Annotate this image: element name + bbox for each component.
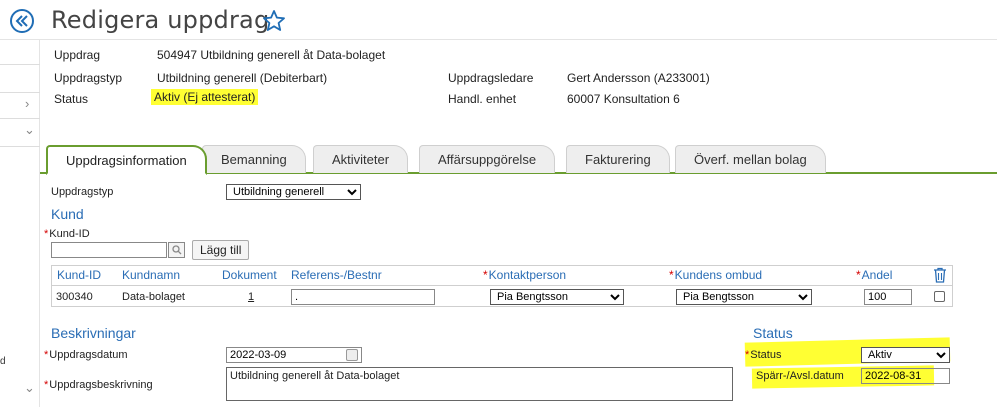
tab-bemanning[interactable]: Bemanning (202, 145, 306, 173)
chevron-right-icon[interactable]: › (25, 96, 29, 111)
sparr-date-input[interactable] (861, 368, 950, 384)
info-handl-enhet-label: Handl. enhet (448, 92, 517, 106)
col-kundnamn[interactable]: Kundnamn (122, 268, 180, 282)
row-delete-checkbox[interactable] (934, 291, 945, 302)
required-marker: * (44, 349, 49, 361)
uppdragsbeskrivning-label-text: Uppdragsbeskrivning (49, 379, 153, 391)
sidebar: › ⌄ d ⌄ (0, 40, 40, 407)
required-marker: * (669, 268, 674, 282)
kund-id-label-text: Kund-ID (49, 228, 90, 240)
calendar-icon[interactable] (346, 349, 358, 361)
trash-icon[interactable] (933, 267, 947, 286)
info-uppdragsledare-value: Gert Andersson (A233001) (567, 71, 710, 85)
status-badge: Aktiv (Ej attesterat) (151, 89, 259, 105)
col-andel[interactable]: *Andel (856, 268, 892, 282)
uppdragstyp-select[interactable]: Utbildning generell (226, 184, 361, 200)
col-andel-text: Andel (861, 268, 893, 282)
col-dokument[interactable]: Dokument (222, 268, 277, 282)
required-marker: * (483, 268, 488, 282)
kundens-ombud-select[interactable]: Pia Bengtsson (676, 289, 812, 305)
search-icon[interactable] (168, 242, 185, 258)
sidebar-divider (0, 92, 40, 93)
sidebar-text-fragment: d (0, 356, 6, 367)
info-status-value: Aktiv (Ej attesterat) (151, 89, 259, 105)
tab-aktiviteter[interactable]: Aktiviteter (313, 145, 409, 173)
tab-fakturering[interactable]: Fakturering (566, 145, 670, 173)
status-select[interactable]: Aktiv (861, 347, 950, 363)
col-kundens-ombud[interactable]: *Kundens ombud (669, 268, 762, 282)
tab-affarsuppgorelse[interactable]: Affärsuppgörelse (419, 145, 556, 173)
tab-uppdragsinformation[interactable]: Uppdragsinformation (46, 145, 207, 175)
required-marker: * (856, 268, 861, 282)
info-uppdrag-value: 504947 Utbildning generell åt Data-bolag… (157, 48, 386, 62)
chevron-down-icon[interactable]: ⌄ (24, 380, 35, 396)
cell-dokument-link[interactable]: 1 (248, 291, 254, 303)
col-kundens-ombud-text: Kundens ombud (674, 268, 763, 282)
required-marker: * (44, 228, 49, 240)
info-status-label: Status (54, 92, 89, 106)
info-uppdragstyp-label: Uppdragstyp (54, 71, 123, 85)
uppdragsdatum-label: *Uppdragsdatum (44, 349, 128, 361)
star-icon[interactable] (262, 9, 286, 36)
uppdragsdatum-input[interactable] (226, 347, 362, 363)
kund-section-title: Kund (51, 206, 84, 222)
required-marker: * (44, 379, 49, 391)
sidebar-divider (0, 146, 40, 147)
andel-input[interactable] (864, 289, 912, 305)
sidebar-divider (0, 64, 40, 65)
uppdragsbeskrivning-textarea[interactable]: Utbildning generell åt Data-bolaget (226, 367, 733, 401)
add-customer-button[interactable]: Lägg till (192, 240, 250, 260)
info-uppdrag-label: Uppdrag (54, 48, 101, 62)
back-icon[interactable] (10, 9, 34, 33)
chevron-down-icon[interactable]: ⌄ (24, 122, 35, 138)
status-field-label-text: Status (750, 349, 782, 361)
uppdragsdatum-label-text: Uppdragsdatum (49, 349, 128, 361)
uppdragstyp-label: Uppdragstyp (51, 186, 114, 198)
info-uppdragstyp-value: Utbildning generell (Debiterbart) (157, 71, 328, 85)
required-marker: * (745, 349, 750, 361)
status-section-title: Status (753, 325, 793, 341)
col-referens[interactable]: Referens-/Bestnr (291, 268, 382, 282)
page-header: Redigera uppdrag (0, 0, 997, 40)
status-field-label: *Status (745, 349, 781, 361)
cell-kundnamn: Data-bolaget (122, 291, 185, 303)
referens-input[interactable] (291, 289, 435, 305)
info-uppdragsledare-label: Uppdragsledare (448, 71, 534, 85)
tab-overf-mellan-bolag[interactable]: Överf. mellan bolag (675, 145, 826, 173)
cell-kund-id: 300340 (56, 291, 93, 303)
kontaktperson-select[interactable]: Pia Bengtsson (490, 289, 624, 305)
col-kontaktperson[interactable]: *Kontaktperson (483, 268, 566, 282)
sidebar-divider (0, 118, 40, 119)
page-title: Redigera uppdrag (51, 6, 270, 34)
col-kund-id[interactable]: Kund-ID (57, 268, 101, 282)
info-handl-enhet-value: 60007 Konsultation 6 (567, 92, 680, 106)
col-kontaktperson-text: Kontaktperson (488, 268, 567, 282)
sparr-label: Spärr-/Avsl.datum (756, 370, 844, 382)
beskrivningar-section-title: Beskrivningar (51, 325, 136, 341)
uppdragsbeskrivning-label: *Uppdragsbeskrivning (44, 379, 153, 391)
kund-id-input[interactable] (51, 242, 167, 258)
kund-id-label: *Kund-ID (44, 228, 90, 240)
